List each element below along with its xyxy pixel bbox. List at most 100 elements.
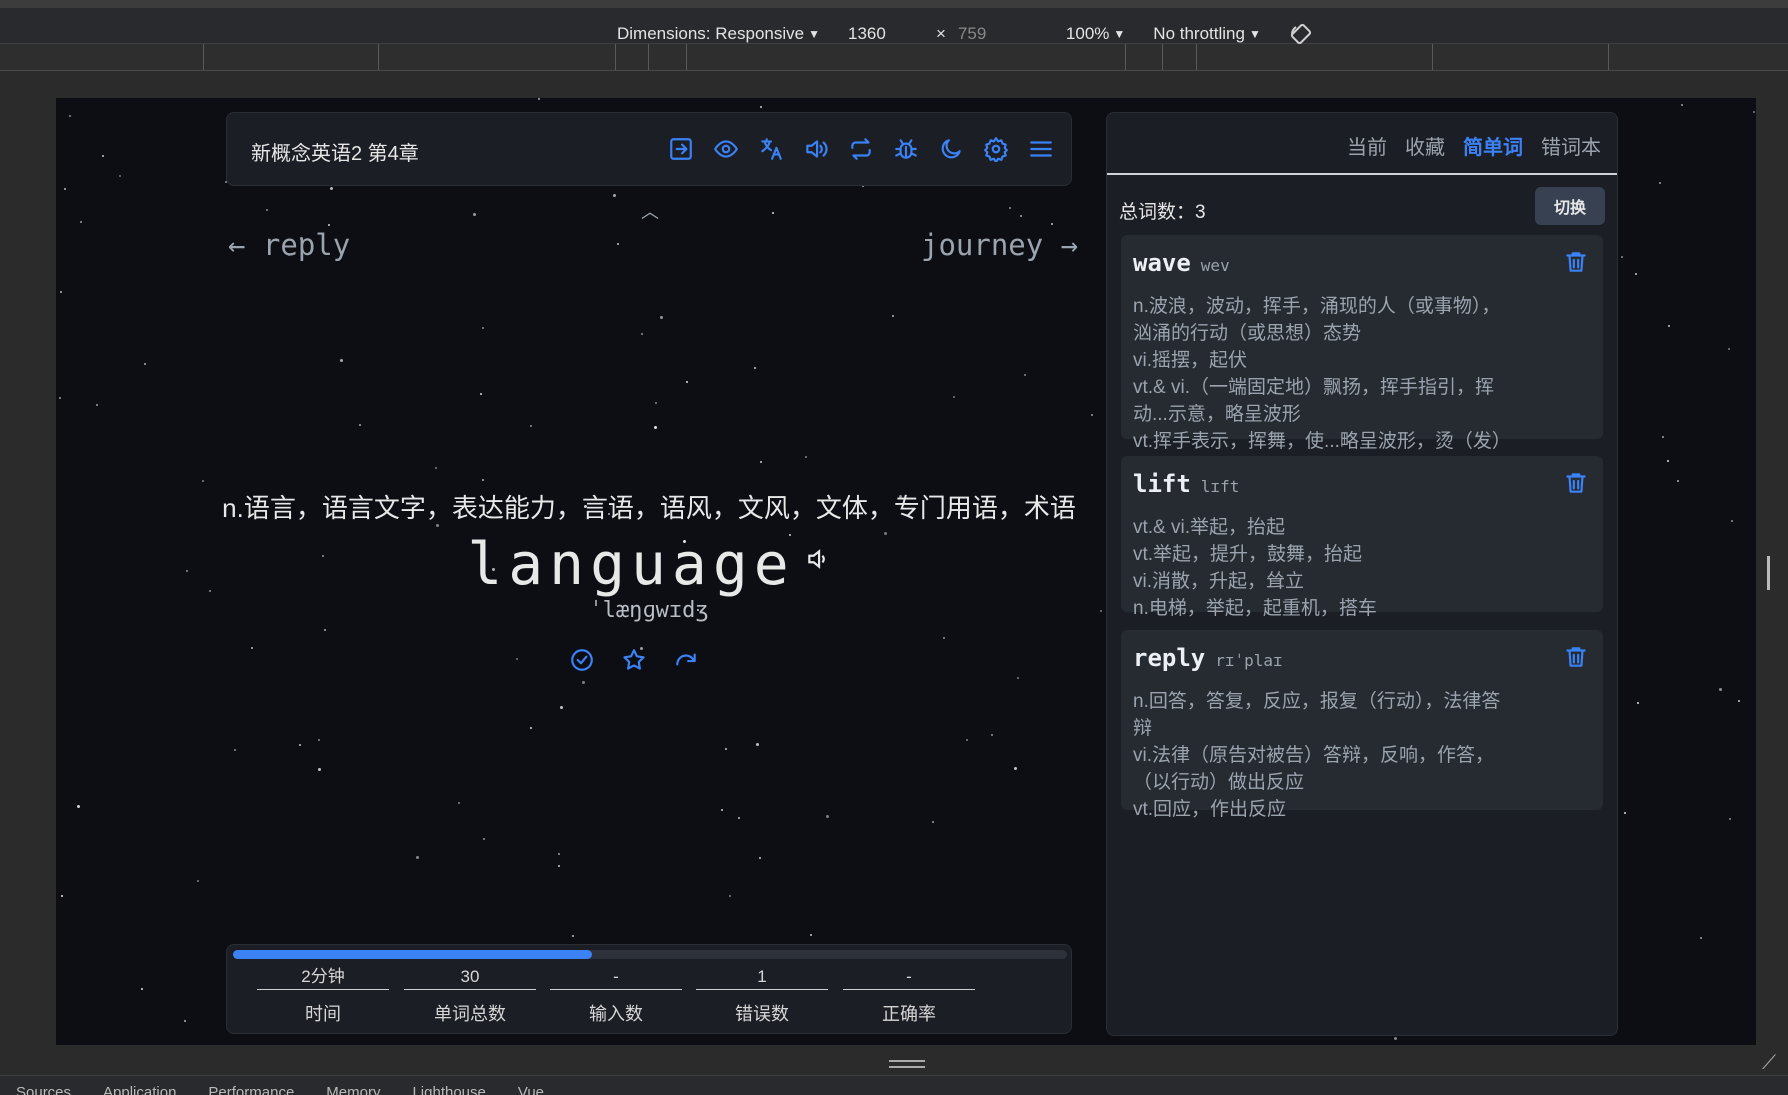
throttle-label: No throttling xyxy=(1153,24,1245,43)
star xyxy=(435,467,437,469)
switch-button[interactable]: 切换 xyxy=(1535,187,1605,225)
panel-tab[interactable]: 当前 xyxy=(1347,131,1387,160)
star xyxy=(1677,480,1679,482)
definition-line: n.回答，答复，反应，报复（行动），法律答 xyxy=(1133,691,1501,712)
total-count: 总词数：3 xyxy=(1119,202,1206,223)
width-input[interactable]: 1360 xyxy=(848,24,908,44)
star xyxy=(1024,374,1026,376)
speaker-icon[interactable] xyxy=(800,133,832,165)
star xyxy=(102,155,104,157)
panel-tab[interactable]: 错词本 xyxy=(1541,131,1601,160)
devtools-tab[interactable]: Sources xyxy=(16,1084,71,1095)
star xyxy=(943,637,945,639)
zoom-select[interactable]: 100% ▼ xyxy=(1066,24,1125,44)
star xyxy=(1753,111,1755,113)
star xyxy=(324,629,326,631)
trash-icon[interactable] xyxy=(1563,249,1589,280)
rotate-icon[interactable] xyxy=(1289,22,1313,46)
card-definitions: n.波浪，波动，挥手，涌现的人（或事物）， 汹涌的行动（或思想）态势 vi.摇摆，起… xyxy=(1133,293,1533,455)
top-bar: 新概念英语2 第4章 xyxy=(226,112,1072,186)
ruler-tick xyxy=(378,44,379,70)
trash-icon[interactable] xyxy=(1563,470,1589,501)
repeat-icon[interactable] xyxy=(845,133,877,165)
star xyxy=(1017,677,1019,679)
skip-icon[interactable] xyxy=(670,644,702,676)
times-label: × xyxy=(935,24,946,43)
devtools-tab[interactable]: Performance xyxy=(208,1084,294,1095)
resize-grip-icon[interactable] xyxy=(889,1060,925,1068)
star xyxy=(558,865,560,867)
definition-line: （以行动）做出反应 xyxy=(1133,772,1305,793)
star xyxy=(59,397,61,399)
caret-down-icon: ▼ xyxy=(1113,27,1126,41)
star xyxy=(318,739,320,741)
star xyxy=(234,749,236,751)
translate-icon[interactable] xyxy=(755,133,787,165)
definition-line: vi.摇摆，起伏 xyxy=(1133,350,1248,371)
stat-item: 30 单词总数 xyxy=(404,965,536,1026)
star xyxy=(473,213,476,216)
panel-tab[interactable]: 简单词 xyxy=(1463,131,1523,160)
card-word: wave xyxy=(1133,249,1191,277)
height-input[interactable]: 759 xyxy=(958,24,1038,44)
word-translation: n.语言，语言文字，表达能力，言语，语风，文风，文体，专门用语，术语 xyxy=(222,493,1076,523)
devtools-tab[interactable]: Lighthouse xyxy=(412,1084,485,1095)
ruler-tick xyxy=(1162,44,1163,70)
stat-value: - xyxy=(550,965,682,990)
star xyxy=(655,402,657,404)
star xyxy=(760,461,762,463)
devtools-tab[interactable]: Application xyxy=(103,1084,176,1095)
star xyxy=(1729,818,1731,820)
definition-line: vt.& vi.举起，抬起 xyxy=(1133,517,1286,538)
star xyxy=(1738,700,1740,702)
gear-icon[interactable] xyxy=(980,133,1012,165)
star xyxy=(613,194,616,197)
panel-tab[interactable]: 收藏 xyxy=(1405,131,1445,160)
definition-line: vt.回应，作出反应 xyxy=(1133,799,1287,820)
chevron-up-icon[interactable]: ︿ xyxy=(641,198,659,224)
word-card: reply rɪˈplaɪ n.回答，答复，反应，报复（行动），法律答辩 vi.法… xyxy=(1121,630,1603,820)
star xyxy=(80,221,82,223)
devtools-tab[interactable]: Memory xyxy=(326,1084,380,1095)
star xyxy=(721,809,723,811)
star xyxy=(1014,767,1017,770)
star xyxy=(1728,348,1730,350)
devtools-tab[interactable]: Vue xyxy=(518,1084,544,1095)
exit-icon[interactable] xyxy=(665,133,697,165)
devtools-toolbar: Dimensions: Responsive ▼ 1360 × 759 100% ▼… xyxy=(0,0,1788,46)
resize-corner-icon[interactable]: ⟋ xyxy=(1762,1052,1776,1075)
trash-icon[interactable] xyxy=(1563,644,1589,675)
throttle-select[interactable]: No throttling ▼ xyxy=(1153,24,1261,44)
scroll-handle[interactable] xyxy=(1767,556,1770,590)
check-circle-icon[interactable] xyxy=(566,644,598,676)
star xyxy=(359,424,361,426)
star xyxy=(197,880,199,882)
dictionary-title[interactable]: 新概念英语2 第4章 xyxy=(251,137,419,166)
bug-icon[interactable] xyxy=(890,133,922,165)
current-word[interactable]: language xyxy=(467,530,794,598)
star xyxy=(538,98,540,100)
stats-panel: 2分钟 时间 30 单词总数 - 输入数 1 错误数 - 正确率 xyxy=(226,944,1072,1034)
dimensions-select[interactable]: Dimensions: Responsive ▼ xyxy=(617,24,820,44)
progress-fill xyxy=(233,950,592,959)
panel-tabs: 当前 收藏 简单词 错词本 xyxy=(1347,131,1601,160)
star xyxy=(932,821,934,823)
progress-bar xyxy=(233,950,1067,959)
ruler-tick xyxy=(1608,44,1609,70)
star xyxy=(805,456,807,458)
word-actions xyxy=(566,644,702,676)
star xyxy=(810,934,812,936)
card-definitions: vt.& vi.举起，抬起 vt.举起，提升，鼓舞，抬起 vi.消散，升起，耸立 n.… xyxy=(1133,514,1533,622)
stat-value: 2分钟 xyxy=(257,965,389,990)
star xyxy=(330,187,333,190)
menu-icon[interactable] xyxy=(1025,133,1057,165)
eye-icon[interactable] xyxy=(710,133,742,165)
moon-icon[interactable] xyxy=(935,133,967,165)
star xyxy=(729,895,731,897)
speaker-icon[interactable] xyxy=(805,546,831,577)
star xyxy=(1020,215,1022,217)
prev-word-link[interactable]: ← reply xyxy=(228,228,350,262)
next-word-link[interactable]: journey → xyxy=(921,228,1078,262)
star xyxy=(483,838,485,840)
star-icon[interactable] xyxy=(618,644,650,676)
